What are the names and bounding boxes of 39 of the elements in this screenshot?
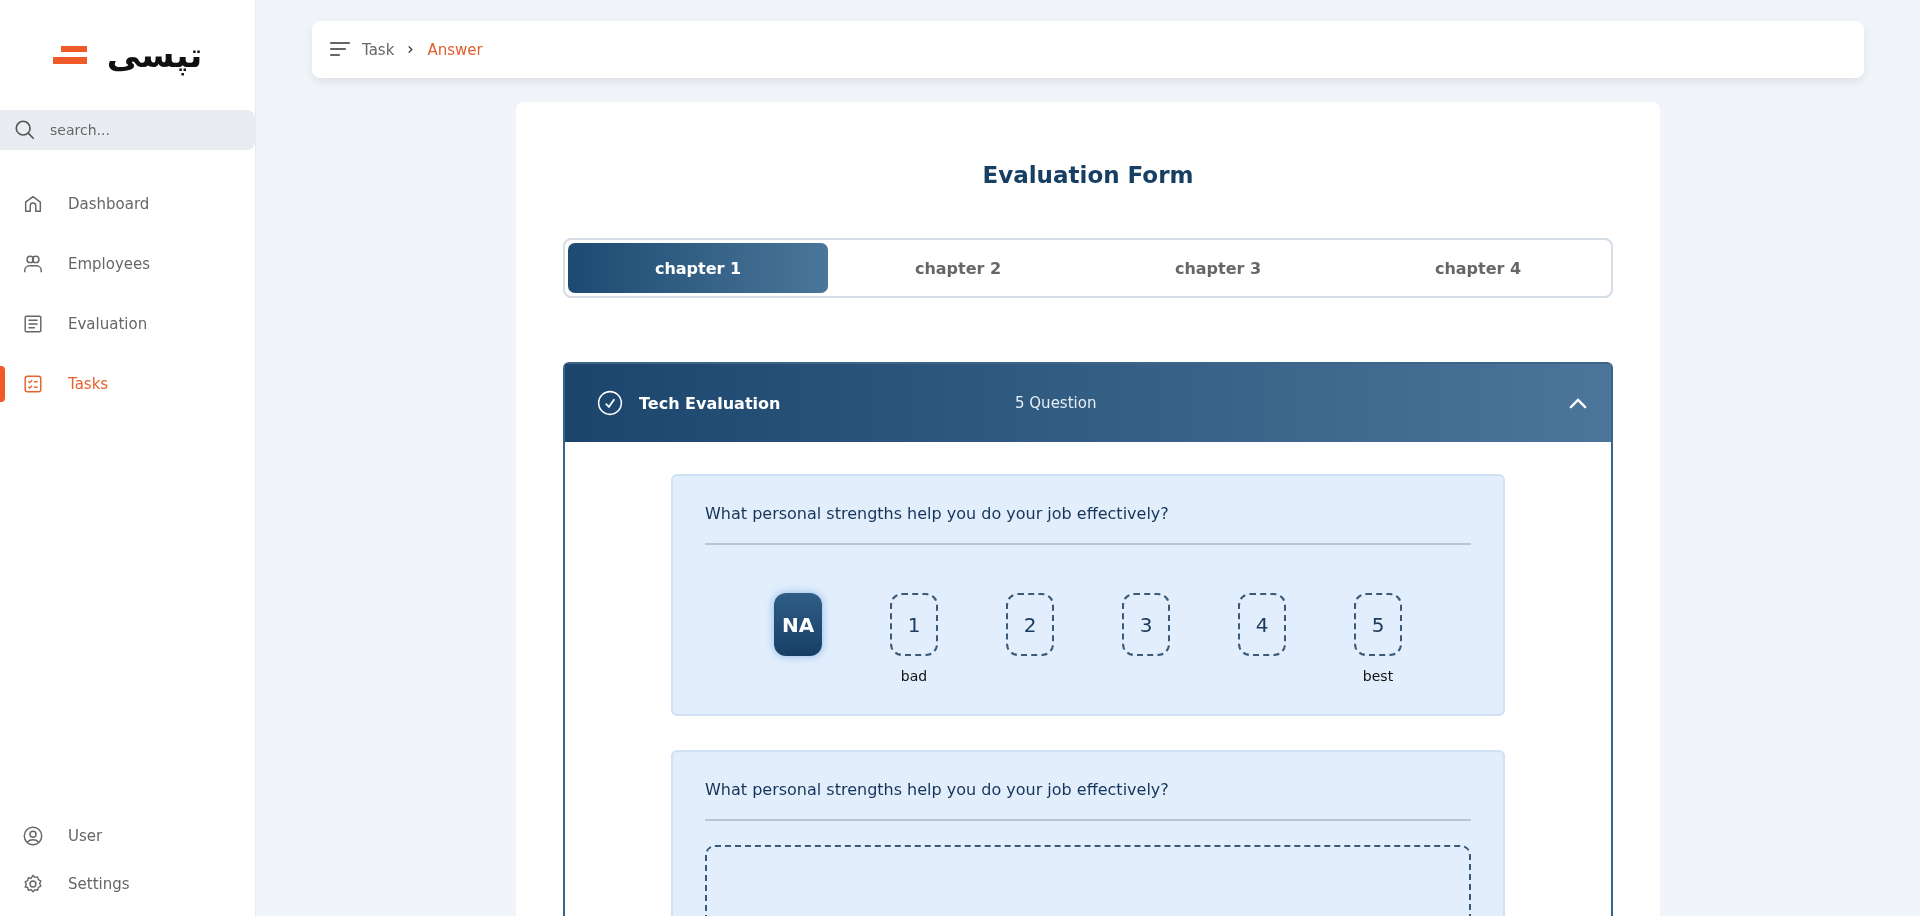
question-text: What personal strengths help you do your job effectively? (705, 504, 1170, 523)
question-count: 5 Question (1015, 394, 1098, 412)
chevron-icon[interactable] (1569, 397, 1587, 409)
rating-option[interactable]: NA (774, 593, 822, 656)
checklist-icon (22, 373, 44, 395)
breadcrumb-link[interactable]: Task (362, 40, 395, 59)
chapter-tab[interactable]: chapter 3 (1088, 243, 1348, 293)
user-icon (22, 825, 44, 847)
form-title: Evaluation Form (981, 162, 1195, 188)
chapter-tab[interactable]: chapter 2 (828, 243, 1088, 293)
breadcrumb-link[interactable]: Answer (427, 40, 483, 59)
chapter-tab[interactable]: chapter 4 (1348, 243, 1608, 293)
section-header[interactable]: Tech Evaluation 5 Question (565, 364, 1611, 442)
settings-icon (22, 873, 44, 895)
check-circle-icon (597, 390, 623, 416)
sidebar-item[interactable]: Settings (0, 860, 255, 908)
sidebar-item[interactable]: Dashboard (0, 174, 255, 234)
section-title: Tech Evaluation (639, 393, 782, 413)
sidebar-item[interactable]: Tasks (0, 354, 255, 414)
home-icon (22, 193, 44, 215)
rating-option[interactable]: 4 (1238, 593, 1286, 656)
search-field[interactable]: search... (0, 110, 255, 150)
rating-option[interactable]: 5 (1354, 593, 1402, 656)
question-text: What personal strengths help you do your job effectively? (705, 780, 1170, 799)
rating-caption: best (1362, 668, 1394, 684)
sidebar-item[interactable]: Employees (0, 234, 255, 294)
sidebar-item[interactable]: Evaluation (0, 294, 255, 354)
chapter-tab[interactable]: chapter 1 (568, 243, 828, 293)
rating-option[interactable]: 1 (890, 593, 938, 656)
sidebar-item[interactable]: User (0, 812, 255, 860)
search-icon (14, 119, 36, 141)
rating-caption: bad (900, 668, 928, 684)
rating-option[interactable]: 2 (1006, 593, 1054, 656)
logo-text: تپسی (106, 35, 203, 75)
form-icon (22, 313, 44, 335)
people-icon (22, 253, 44, 275)
rating-option[interactable]: 3 (1122, 593, 1170, 656)
chevron-right-icon (406, 45, 416, 54)
search-input[interactable]: search... (48, 121, 232, 139)
